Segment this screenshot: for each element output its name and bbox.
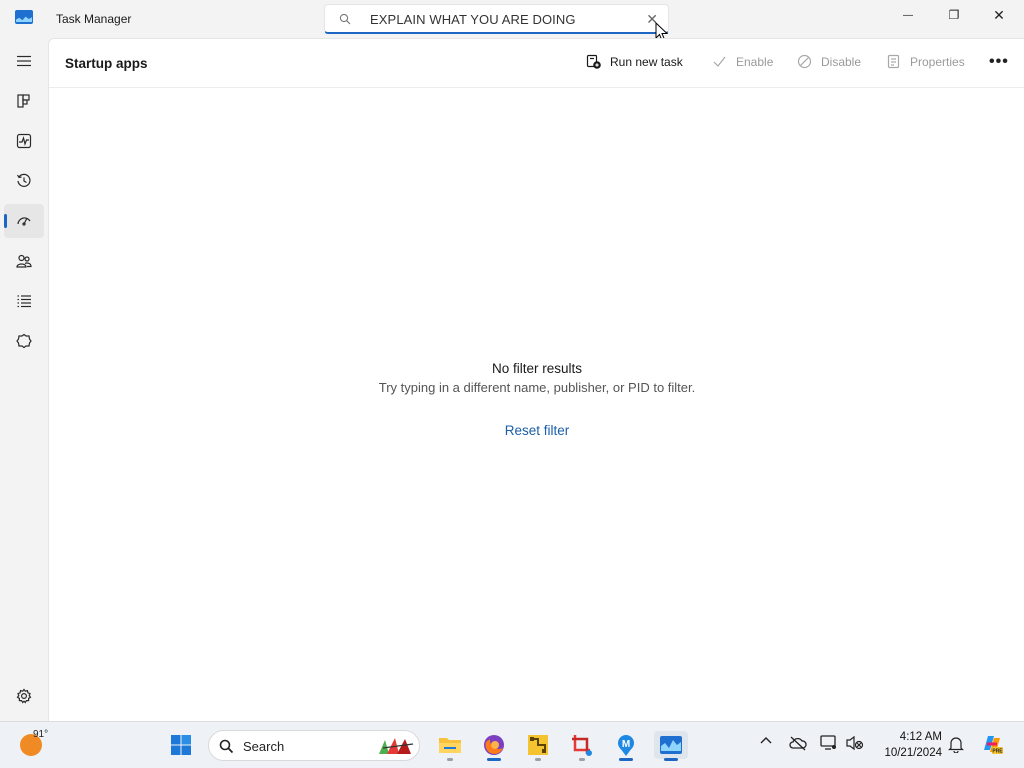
- taskbar-indicator: [664, 758, 678, 761]
- taskbar-search-label: Search: [243, 739, 285, 754]
- search-input-value: EXPLAIN WHAT YOU ARE DOING: [370, 12, 576, 27]
- gear-icon: [16, 688, 32, 704]
- taskbar-file-explorer[interactable]: [436, 731, 464, 761]
- run-new-task-icon: [586, 54, 601, 69]
- chevron-up-icon: [760, 737, 772, 744]
- taskbar-indicator: [535, 758, 541, 761]
- startup-apps-icon: [17, 217, 31, 226]
- processes-icon: [17, 94, 30, 108]
- restore-icon: ❐: [948, 8, 960, 22]
- taskbar-indicator: [579, 758, 585, 761]
- window-title: Task Manager: [56, 12, 132, 26]
- run-new-task-label: Run new task: [610, 54, 683, 69]
- empty-state-subtitle: Try typing in a different name, publishe…: [378, 380, 696, 395]
- users-icon: [16, 254, 32, 268]
- volume-tray-icon[interactable]: [846, 735, 864, 754]
- folder-icon: [439, 738, 461, 753]
- windows-logo-icon: [171, 735, 191, 755]
- cloud-offline-icon: [789, 736, 807, 751]
- sidebar-item-users[interactable]: [4, 244, 44, 278]
- taskbar-search-box[interactable]: Search: [208, 730, 420, 761]
- properties-icon: [887, 54, 900, 69]
- taskbar-indicator: [487, 758, 501, 761]
- hamburger-menu-icon: [17, 55, 31, 67]
- onedrive-tray-icon[interactable]: [789, 735, 807, 754]
- page-header: Startup apps Run new task Enable Disable…: [49, 39, 1024, 88]
- enable-button[interactable]: Enable: [712, 54, 773, 69]
- reset-filter-link[interactable]: Reset filter: [49, 423, 1024, 438]
- svg-text:M: M: [622, 739, 630, 750]
- close-button[interactable]: ✕: [976, 0, 1022, 30]
- details-icon: [17, 295, 31, 308]
- taskbar-task-manager[interactable]: [654, 731, 688, 761]
- sidebar-menu-toggle[interactable]: [4, 44, 44, 78]
- sidebar-item-services[interactable]: [4, 324, 44, 358]
- sidebar-item-details[interactable]: [4, 284, 44, 318]
- checkmark-icon: [713, 56, 726, 67]
- bell-icon: [948, 737, 964, 754]
- properties-button[interactable]: Properties: [886, 54, 965, 69]
- minimize-button[interactable]: —: [885, 0, 931, 30]
- taskbar-app-yellow[interactable]: [524, 731, 552, 761]
- disable-label: Disable: [821, 54, 862, 69]
- monitor-network-icon: [820, 735, 836, 750]
- enable-label: Enable: [736, 54, 774, 69]
- sidebar-item-processes[interactable]: [4, 84, 44, 118]
- sidebar-item-startup-apps[interactable]: [4, 204, 44, 238]
- clock-date[interactable]: 10/21/2024: [872, 747, 942, 759]
- restore-button[interactable]: ❐: [931, 0, 977, 30]
- network-diagram-icon: [528, 735, 548, 755]
- taskbar-indicator: [619, 758, 633, 761]
- copilot-icon: PRE: [984, 736, 1003, 755]
- taskbar-indicator: [447, 758, 453, 761]
- volume-muted-icon: [846, 735, 864, 751]
- network-tray-icon[interactable]: [820, 734, 838, 755]
- reset-filter-label[interactable]: Reset filter: [505, 423, 570, 438]
- sidebar-nav: [0, 38, 48, 721]
- start-button[interactable]: [167, 731, 195, 759]
- title-bar: Task Manager EXPLAIN WHAT YOU ARE DOING …: [0, 0, 1024, 38]
- disable-button[interactable]: Disable: [797, 54, 861, 69]
- properties-label: Properties: [910, 54, 965, 69]
- minimize-icon: —: [903, 9, 913, 21]
- sidebar-item-app-history[interactable]: [4, 164, 44, 198]
- performance-icon: [16, 133, 32, 149]
- main-panel: Startup apps Run new task Enable Disable…: [48, 38, 1024, 721]
- search-icon: [219, 739, 234, 754]
- clock-time[interactable]: 4:12 AM: [880, 731, 942, 743]
- search-icon: [339, 13, 351, 25]
- search-input[interactable]: EXPLAIN WHAT YOU ARE DOING ✕: [324, 4, 669, 34]
- taskbar-firefox[interactable]: [480, 731, 508, 761]
- app-history-icon: [16, 173, 31, 187]
- taskbar-snipping-tool[interactable]: [568, 731, 596, 761]
- firefox-icon: [484, 735, 504, 755]
- page-title: Startup apps: [65, 56, 148, 71]
- disable-icon: [797, 54, 812, 69]
- weather-temperature: 91°: [33, 729, 49, 740]
- close-icon: ✕: [993, 6, 1005, 23]
- empty-state-title: No filter results: [491, 361, 583, 376]
- show-hidden-icons-button[interactable]: [760, 734, 772, 749]
- notifications-button[interactable]: [948, 735, 964, 756]
- copilot-button[interactable]: PRE: [980, 732, 1004, 759]
- search-highlight-graphic-icon: [379, 738, 414, 754]
- sidebar-item-performance[interactable]: [4, 124, 44, 158]
- svg-text:PRE: PRE: [992, 749, 1003, 755]
- more-options-button[interactable]: •••: [989, 53, 1009, 71]
- taskbar: 91° Search M 4:12 AM 10/21/2024 PRE: [0, 721, 1024, 768]
- task-manager-icon: [660, 736, 682, 754]
- empty-state: No filter results Try typing in a differ…: [49, 361, 1024, 395]
- settings-button[interactable]: [4, 679, 44, 713]
- services-icon: [16, 333, 32, 349]
- location-pin-icon: M: [618, 735, 634, 756]
- run-new-task-button[interactable]: Run new task: [586, 54, 683, 69]
- snipping-tool-icon: [572, 735, 592, 756]
- taskbar-app-blue[interactable]: M: [612, 731, 640, 761]
- task-manager-app-icon: [15, 10, 33, 24]
